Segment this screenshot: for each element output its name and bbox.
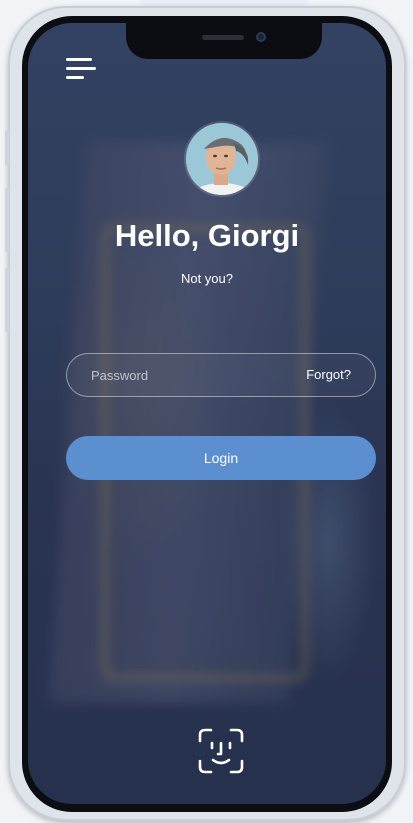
speaker-grille [202,35,244,40]
hamburger-menu-icon[interactable] [66,58,96,82]
face-id-icon[interactable] [196,726,246,776]
login-button[interactable]: Login [66,436,376,480]
front-camera [256,32,266,42]
password-input[interactable] [91,354,281,396]
avatar-portrait-icon [186,123,258,195]
not-you-link[interactable]: Not you? [28,271,386,286]
phone-side-button-volume-down [5,268,9,332]
greeting-title: Hello, Giorgi [114,218,300,253]
phone-screen: Hello, Giorgi Not you? Forgot? Login [28,23,386,804]
forgot-password-link[interactable]: Forgot? [306,367,351,382]
password-field[interactable]: Forgot? [66,353,376,397]
login-content: Hello, Giorgi Not you? Forgot? Login [28,23,386,804]
phone-notch [126,23,322,59]
phone-frame: Hello, Giorgi Not you? Forgot? Login [5,6,406,821]
phone-side-button-volume-up [5,188,9,252]
phone-side-button-silent [5,130,9,166]
user-avatar [186,123,258,195]
